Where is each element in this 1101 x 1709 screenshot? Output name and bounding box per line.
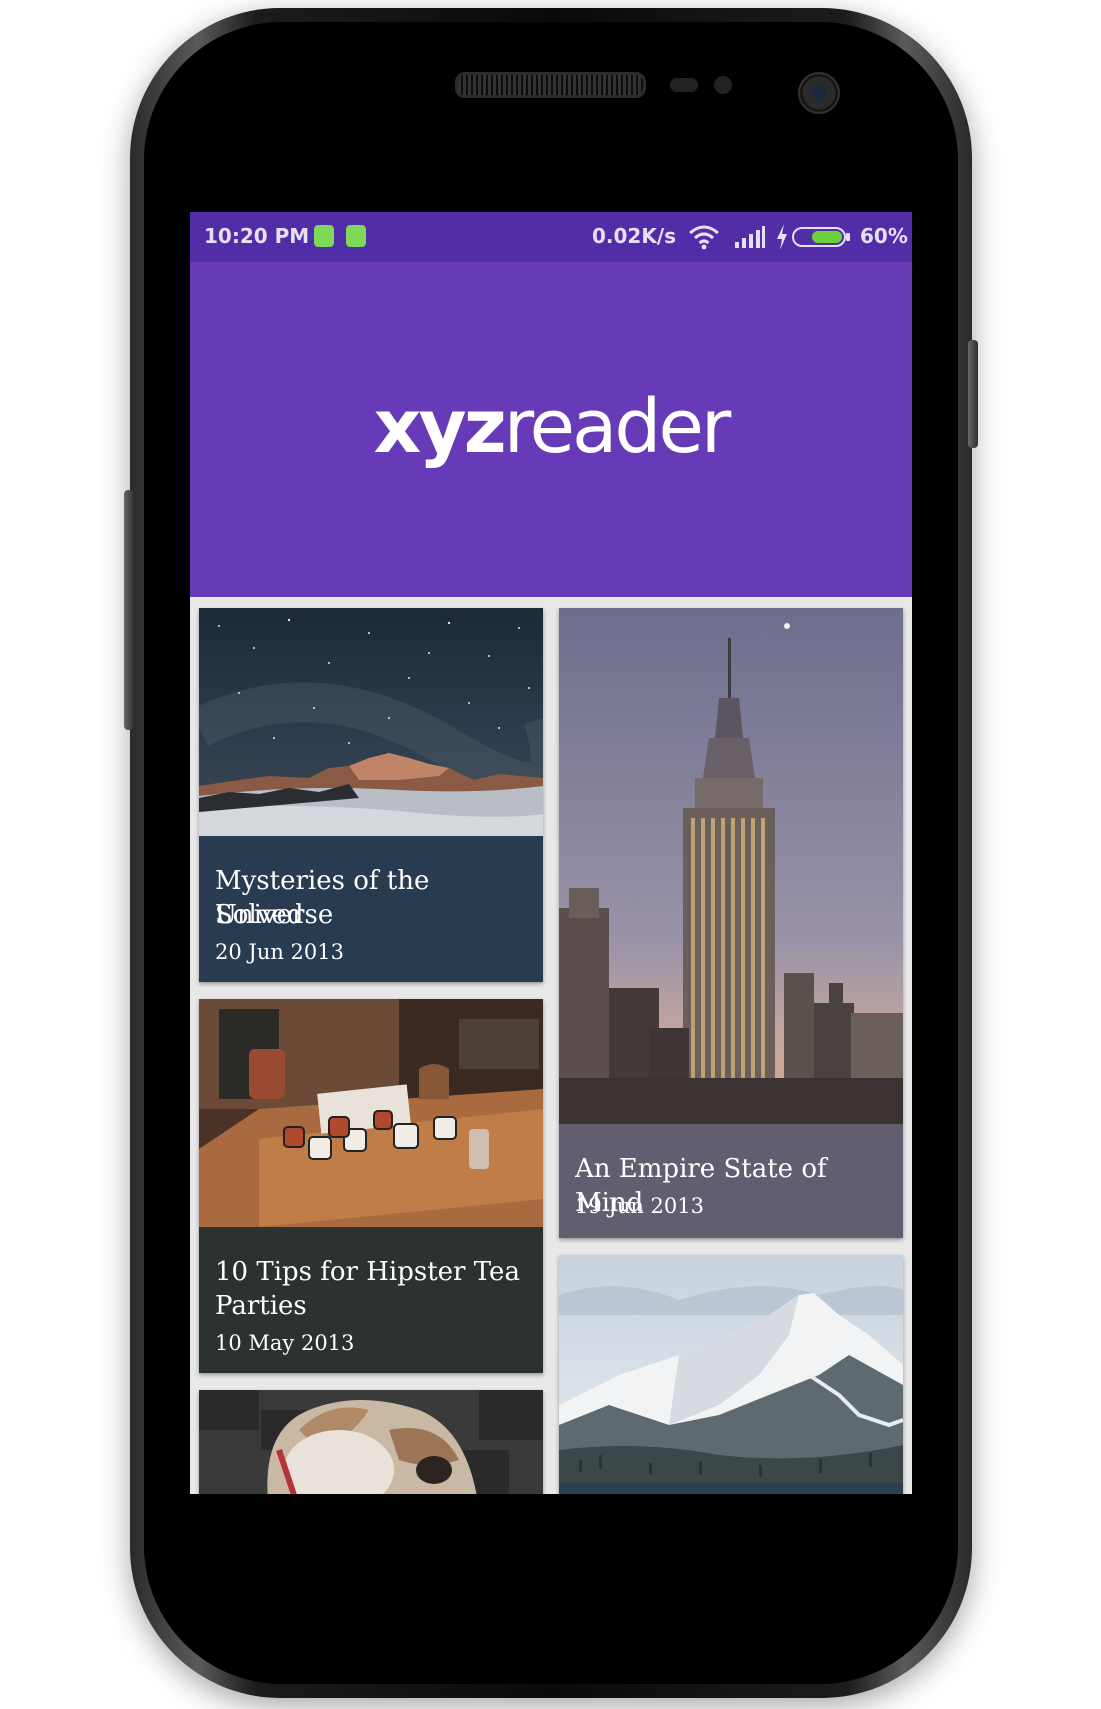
article-meta: 10 Tips for Hipster Tea Parties 10 May 2… <box>199 1227 543 1373</box>
article-title-line2: Parties <box>215 1291 307 1321</box>
front-camera <box>798 72 840 114</box>
logo-bold: xyz <box>373 384 507 470</box>
article-meta: An Empire State of Mind 19 Jun 2013 <box>559 1124 903 1238</box>
screen: 10:20 PM 0.02K/s 60% xyzreader Mysteries… <box>190 212 912 1494</box>
article-card[interactable] <box>199 1390 543 1494</box>
logo-light: reader <box>503 384 732 470</box>
article-title-line2: Solved <box>215 900 304 930</box>
network-speed: 0.02K/s <box>592 224 677 248</box>
article-thumbnail <box>199 1390 543 1494</box>
article-date: 20 Jun 2013 <box>215 940 344 964</box>
app-logo: xyzreader <box>190 390 912 464</box>
light-sensor <box>714 76 732 94</box>
article-card[interactable] <box>559 1255 903 1494</box>
article-card[interactable]: Mysteries of the Universe Solved 20 Jun … <box>199 608 543 982</box>
article-thumbnail <box>199 608 543 836</box>
wifi-icon <box>689 225 719 250</box>
article-meta: Mysteries of the Universe Solved 20 Jun … <box>199 836 543 982</box>
proximity-sensor <box>670 78 698 92</box>
earpiece-speaker <box>455 72 646 98</box>
article-date: 19 Jun 2013 <box>575 1194 704 1218</box>
charging-icon <box>777 224 787 250</box>
article-date: 10 May 2013 <box>215 1331 355 1355</box>
article-title: 10 Tips for Hipster Tea <box>215 1257 520 1287</box>
android-icon <box>346 225 366 247</box>
article-meta <box>559 1483 903 1494</box>
power-button <box>968 340 978 448</box>
volume-button <box>124 490 134 730</box>
battery-saver-icon <box>314 225 334 247</box>
article-thumbnail <box>559 1255 903 1483</box>
article-thumbnail <box>559 608 903 1124</box>
app-toolbar: xyzreader <box>190 262 912 597</box>
status-bar: 10:20 PM 0.02K/s 60% <box>190 212 912 262</box>
article-card[interactable]: An Empire State of Mind 19 Jun 2013 <box>559 608 903 1238</box>
article-thumbnail <box>199 999 543 1227</box>
article-card[interactable]: 10 Tips for Hipster Tea Parties 10 May 2… <box>199 999 543 1373</box>
signal-icon <box>735 226 765 248</box>
battery-icon <box>792 227 850 247</box>
status-time: 10:20 PM <box>204 224 310 248</box>
battery-percent: 60% <box>860 224 908 248</box>
